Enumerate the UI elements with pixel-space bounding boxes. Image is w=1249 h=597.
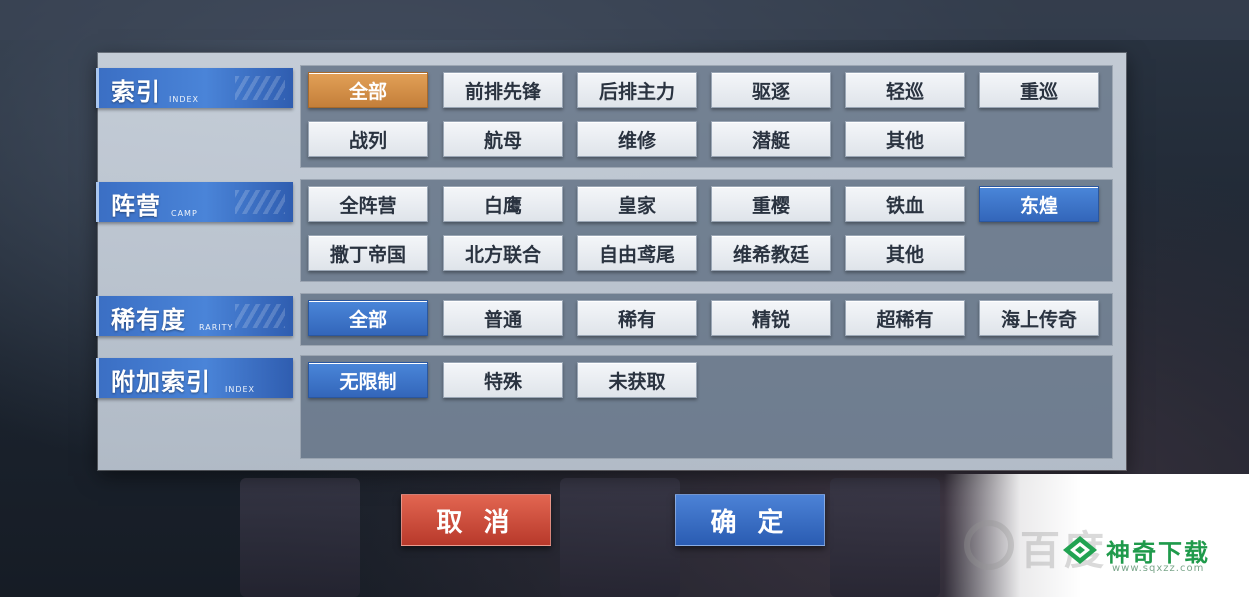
section-label-rarity: 稀有度 RARITY: [96, 296, 293, 336]
extra-option-special[interactable]: 特殊: [443, 362, 563, 398]
section-label-index: 索引 INDEX: [96, 68, 293, 108]
rarity-option-super-rare[interactable]: 超稀有: [845, 300, 965, 336]
camp-option-all[interactable]: 全阵营: [308, 186, 428, 222]
index-option-battleship[interactable]: 战列: [308, 121, 428, 157]
section-title: 索引: [111, 78, 161, 106]
camp-option-vichya-dominion[interactable]: 维希教廷: [711, 235, 831, 271]
extra-option-not-obtained[interactable]: 未获取: [577, 362, 697, 398]
index-option-submarine[interactable]: 潜艇: [711, 121, 831, 157]
rarity-option-elite[interactable]: 精锐: [711, 300, 831, 336]
section-title: 稀有度: [111, 306, 186, 334]
label-stripes: [235, 76, 285, 100]
background-card: [560, 478, 680, 597]
camp-option-eagle-union[interactable]: 白鹰: [443, 186, 563, 222]
index-option-vanguard[interactable]: 前排先锋: [443, 72, 563, 108]
section-label-camp: 阵营 CAMP: [96, 182, 293, 222]
rarity-option-ultra-rare[interactable]: 海上传奇: [979, 300, 1099, 336]
index-option-repair[interactable]: 维修: [577, 121, 697, 157]
section-subtitle: INDEX: [225, 385, 256, 394]
index-option-carrier[interactable]: 航母: [443, 121, 563, 157]
background-card: [240, 478, 360, 597]
watermark-url: www.sqxzz.com: [1112, 563, 1205, 574]
extra-option-unlimited[interactable]: 无限制: [308, 362, 428, 398]
camp-option-northern-parliament[interactable]: 北方联合: [443, 235, 563, 271]
faint-logo-icon: [964, 520, 1014, 570]
confirm-button[interactable]: 确 定: [675, 494, 825, 546]
label-stripes: [235, 304, 285, 328]
section-title: 阵营: [111, 192, 161, 220]
camp-option-royal-navy[interactable]: 皇家: [577, 186, 697, 222]
section-title: 附加索引: [111, 368, 211, 396]
section-subtitle: CAMP: [171, 209, 198, 218]
rarity-option-rare[interactable]: 稀有: [577, 300, 697, 336]
background-top-bar: [0, 0, 1249, 40]
camp-option-dragon-empery[interactable]: 东煌: [979, 186, 1099, 222]
section-subtitle: RARITY: [199, 323, 234, 332]
camp-option-iron-blood[interactable]: 铁血: [845, 186, 965, 222]
index-option-other[interactable]: 其他: [845, 121, 965, 157]
camp-option-sakura-empire[interactable]: 重樱: [711, 186, 831, 222]
index-option-all[interactable]: 全部: [308, 72, 428, 108]
camp-option-iris-libre[interactable]: 自由鸢尾: [577, 235, 697, 271]
index-option-light-cruiser[interactable]: 轻巡: [845, 72, 965, 108]
camp-option-other[interactable]: 其他: [845, 235, 965, 271]
background-card: [830, 478, 940, 597]
rarity-option-common[interactable]: 普通: [443, 300, 563, 336]
diamond-logo-icon: [1063, 536, 1097, 564]
label-stripes: [235, 190, 285, 214]
camp-option-sardegna[interactable]: 撒丁帝国: [308, 235, 428, 271]
rarity-option-all[interactable]: 全部: [308, 300, 428, 336]
index-option-main[interactable]: 后排主力: [577, 72, 697, 108]
section-subtitle: INDEX: [169, 95, 200, 104]
index-option-destroyer[interactable]: 驱逐: [711, 72, 831, 108]
cancel-button[interactable]: 取 消: [401, 494, 551, 546]
section-label-extra: 附加索引 INDEX: [96, 358, 293, 398]
index-option-heavy-cruiser[interactable]: 重巡: [979, 72, 1099, 108]
